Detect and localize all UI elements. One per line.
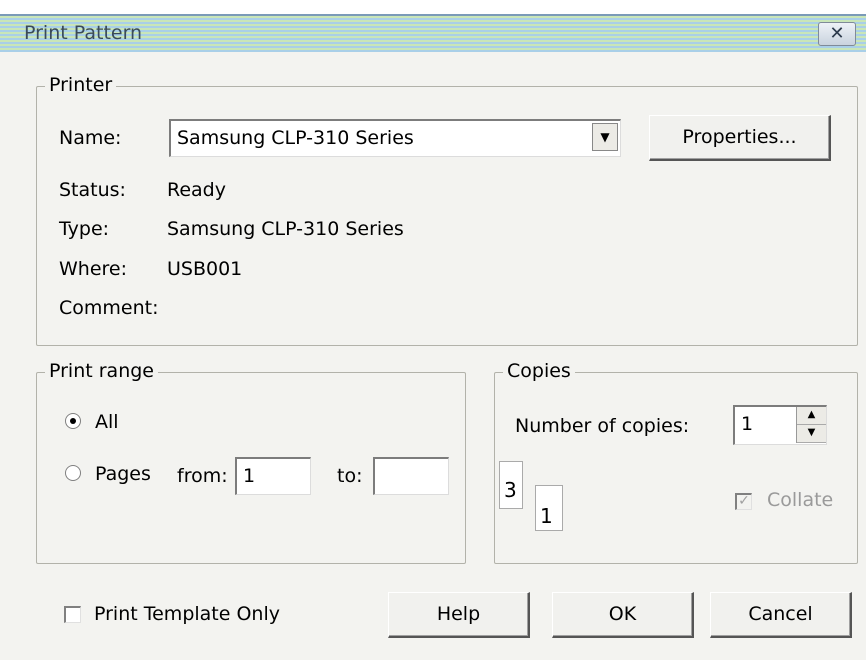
status-label: Status: bbox=[59, 179, 126, 201]
status-value: Ready bbox=[167, 179, 226, 201]
number-of-copies-label: Number of copies: bbox=[515, 415, 690, 437]
collate-page-back-icon: 3 bbox=[499, 461, 523, 509]
print-template-only-checkbox[interactable] bbox=[64, 606, 81, 623]
all-radio-label[interactable]: All bbox=[95, 411, 119, 433]
pages-radio-label[interactable]: Pages bbox=[95, 463, 151, 485]
ok-button-label: OK bbox=[608, 603, 637, 625]
spin-up-icon[interactable]: ▲ bbox=[797, 407, 826, 425]
collate-label: Collate bbox=[767, 489, 834, 511]
title-bar[interactable]: Print Pattern ✕ bbox=[0, 14, 866, 52]
copies-stepper[interactable]: 1 ▲ ▼ bbox=[733, 405, 827, 445]
collate-checkbox[interactable]: ✓ bbox=[735, 493, 752, 510]
window-title: Print Pattern bbox=[24, 22, 143, 44]
to-label: to: bbox=[337, 465, 363, 487]
collate-page-front-icon: 1 bbox=[535, 485, 563, 531]
cancel-button[interactable]: Cancel bbox=[710, 592, 852, 638]
help-button[interactable]: Help bbox=[388, 592, 530, 638]
from-label: from: bbox=[177, 465, 228, 487]
pages-radio[interactable] bbox=[65, 465, 81, 481]
type-label: Type: bbox=[59, 218, 110, 240]
printer-name-value: Samsung CLP-310 Series bbox=[177, 127, 414, 149]
close-icon: ✕ bbox=[829, 23, 845, 44]
properties-button[interactable]: Properties... bbox=[649, 115, 831, 161]
close-button[interactable]: ✕ bbox=[818, 22, 856, 46]
properties-button-label: Properties... bbox=[682, 126, 797, 148]
cancel-button-label: Cancel bbox=[748, 603, 813, 625]
print-range-group-label: Print range bbox=[45, 360, 158, 382]
from-value: 1 bbox=[243, 465, 256, 487]
where-value: USB001 bbox=[167, 258, 243, 280]
name-label: Name: bbox=[59, 127, 122, 149]
copies-spin[interactable]: ▲ ▼ bbox=[796, 407, 826, 443]
help-button-label: Help bbox=[436, 603, 481, 625]
copies-value: 1 bbox=[741, 413, 754, 435]
print-pattern-dialog: Print Pattern ✕ Printer Name: Samsung CL… bbox=[0, 0, 866, 660]
print-template-only-label[interactable]: Print Template Only bbox=[94, 603, 280, 625]
spin-down-icon[interactable]: ▼ bbox=[797, 425, 826, 443]
copies-group: Copies Number of copies: 1 ▲ ▼ 3 1 ✓ Col… bbox=[494, 360, 858, 564]
to-field[interactable] bbox=[373, 457, 449, 495]
copies-group-label: Copies bbox=[503, 360, 575, 382]
ok-button[interactable]: OK bbox=[552, 592, 694, 638]
from-field[interactable]: 1 bbox=[235, 457, 311, 495]
type-value: Samsung CLP-310 Series bbox=[167, 218, 404, 240]
top-strip bbox=[0, 0, 866, 14]
where-label: Where: bbox=[59, 258, 128, 280]
printer-name-select[interactable]: Samsung CLP-310 Series ▼ bbox=[169, 119, 621, 157]
chevron-down-icon[interactable]: ▼ bbox=[592, 123, 618, 151]
printer-group: Printer Name: Samsung CLP-310 Series ▼ P… bbox=[36, 74, 858, 346]
comment-label: Comment: bbox=[59, 297, 159, 319]
all-radio[interactable] bbox=[65, 413, 81, 429]
print-range-group: Print range All Pages from: 1 to: bbox=[36, 360, 466, 564]
printer-group-label: Printer bbox=[45, 74, 117, 96]
